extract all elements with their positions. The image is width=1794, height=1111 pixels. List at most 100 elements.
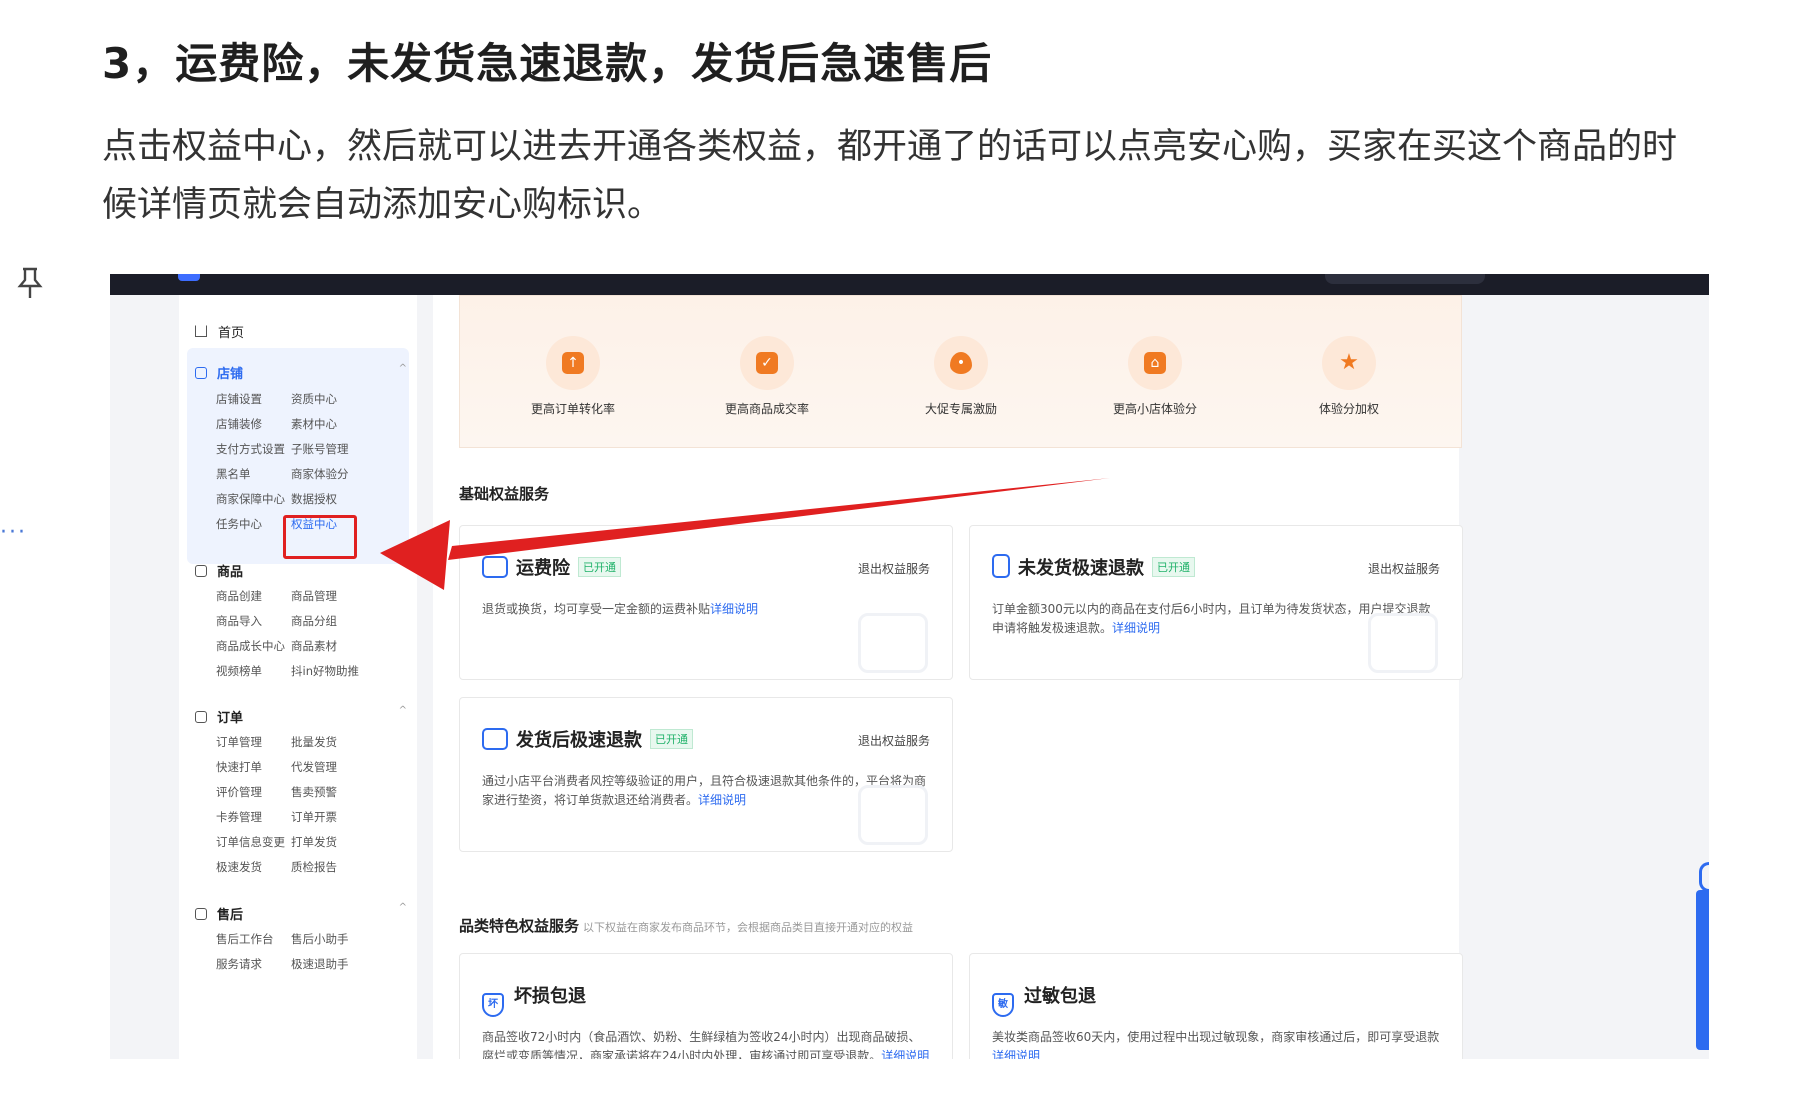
benefit-banner: ↑ 更高订单转化率 ✓ 更高商品成交率 • 大促专属激励 ⌂ 更高小店体验分 ★… bbox=[459, 295, 1462, 448]
sidebar-item[interactable]: 商品导入 bbox=[216, 613, 262, 629]
sidebar-item[interactable]: 资质中心 bbox=[291, 391, 337, 407]
shield-icon: 坏 bbox=[482, 993, 504, 1017]
highlight-box bbox=[283, 515, 357, 559]
watermark-icon bbox=[858, 613, 928, 673]
lightning-icon bbox=[992, 554, 1010, 578]
top-navigation-bar bbox=[110, 274, 1709, 295]
sidebar-item[interactable]: 任务中心 bbox=[216, 516, 262, 532]
sidebar-item[interactable]: 评价管理 bbox=[216, 784, 262, 800]
upload-icon: ↑ bbox=[562, 352, 584, 374]
home-icon bbox=[195, 325, 207, 337]
benefit-card-unshipped-refund[interactable]: 未发货极速退款 已开通 退出权益服务 订单金额300元以内的商品在支付后6小时内，… bbox=[969, 525, 1463, 680]
sidebar-item[interactable]: 极速发货 bbox=[216, 859, 262, 875]
chevron-up-icon[interactable]: ^ bbox=[399, 559, 407, 570]
scrollbar[interactable] bbox=[1696, 890, 1709, 1050]
watermark-icon bbox=[1368, 613, 1438, 673]
sidebar-item[interactable]: 子账号管理 bbox=[291, 441, 349, 457]
details-link[interactable]: 详细说明 bbox=[710, 602, 758, 616]
truck-icon bbox=[482, 556, 508, 578]
sidebar-item[interactable]: 售后工作台 bbox=[216, 931, 274, 947]
logo-icon bbox=[178, 274, 200, 281]
basic-section-title: 基础权益服务 bbox=[459, 485, 550, 503]
sidebar-item[interactable]: 极速退助手 bbox=[291, 956, 349, 972]
sidebar-item[interactable]: 质检报告 bbox=[291, 859, 337, 875]
benefit-item: ✓ 更高商品成交率 bbox=[682, 336, 852, 417]
benefit-card-freight-insurance[interactable]: 运费险 已开通 退出权益服务 退货或换货，均可享受一定金额的运费补贴详细说明 bbox=[459, 525, 953, 680]
sidebar-item[interactable]: 服务请求 bbox=[216, 956, 262, 972]
sidebar-item[interactable]: 数据授权 bbox=[291, 491, 337, 507]
chevron-up-icon[interactable]: ^ bbox=[399, 902, 407, 913]
search-input[interactable] bbox=[1325, 274, 1485, 284]
sidebar-item[interactable]: 快速打单 bbox=[216, 759, 262, 775]
sidebar-item[interactable]: 订单信息变更 bbox=[216, 834, 285, 850]
exit-service-button[interactable]: 退出权益服务 bbox=[1368, 560, 1440, 577]
status-badge: 已开通 bbox=[650, 729, 693, 749]
star-icon: ★ bbox=[1339, 350, 1359, 375]
sidebar-item[interactable]: 商家体验分 bbox=[291, 466, 349, 482]
sidebar-item-home[interactable]: 首页 bbox=[195, 322, 244, 341]
exit-service-button[interactable]: 退出权益服务 bbox=[858, 560, 930, 577]
details-link[interactable]: 详细说明 bbox=[1112, 621, 1160, 635]
benefit-card-shipped-refund[interactable]: 发货后极速退款 已开通 退出权益服务 通过小店平台消费者风控等级验证的用户，且符合… bbox=[459, 697, 953, 852]
fire-icon: • bbox=[950, 352, 972, 374]
article-paragraph: 点击权益中心，然后就可以进去开通各类权益，都开通了的话可以点亮安心购，买家在买这… bbox=[102, 127, 1678, 225]
scroll-handle[interactable] bbox=[1699, 862, 1709, 892]
box-icon bbox=[195, 908, 207, 920]
sidebar-item[interactable]: 售卖预警 bbox=[291, 784, 337, 800]
details-link[interactable]: 详细说明 bbox=[992, 1049, 1040, 1059]
more-icon[interactable]: ··· bbox=[0, 520, 27, 545]
article-heading: 3，运费险，未发货急速退款，发货后急速售后 bbox=[102, 39, 993, 88]
category-section-title: 品类特色权益服务 以下权益在商家发布商品环节，会根据商品类目直接开通对应的权益 bbox=[459, 917, 914, 935]
embedded-screenshot: 首页 店铺 ^ 店铺设置 资质中心 店铺装修 素材中心 支付方式设置 子账号管理… bbox=[110, 274, 1709, 1059]
sidebar-item[interactable]: 店铺装修 bbox=[216, 416, 262, 432]
sidebar-item[interactable]: 商品管理 bbox=[291, 588, 337, 604]
benefit-item: ⌂ 更高小店体验分 bbox=[1070, 336, 1240, 417]
status-badge: 已开通 bbox=[578, 557, 621, 577]
watermark-icon bbox=[858, 785, 928, 845]
sidebar-item[interactable]: 商品素材 bbox=[291, 638, 337, 654]
sidebar-item[interactable]: 店铺设置 bbox=[216, 391, 262, 407]
bag-icon bbox=[195, 565, 207, 577]
sidebar-item[interactable]: 商家保障中心 bbox=[216, 491, 285, 507]
benefit-card-damage-return[interactable]: 坏坏损包退 商品签收72小时内（食品酒饮、奶粉、生鲜绿植为签收24小时内）出现商… bbox=[459, 953, 953, 1059]
sidebar-item[interactable]: 黑名单 bbox=[216, 466, 251, 482]
status-badge: 已开通 bbox=[1152, 557, 1195, 577]
details-link[interactable]: 详细说明 bbox=[881, 1049, 929, 1059]
sidebar-section-orders[interactable]: 订单 bbox=[195, 707, 243, 726]
sidebar-item[interactable]: 商品创建 bbox=[216, 588, 262, 604]
benefit-item: ★ 体验分加权 bbox=[1264, 336, 1434, 417]
exit-service-button[interactable]: 退出权益服务 bbox=[858, 732, 930, 749]
shield-icon: 敏 bbox=[992, 993, 1014, 1017]
sidebar-item[interactable]: 订单开票 bbox=[291, 809, 337, 825]
sidebar-item[interactable]: 订单管理 bbox=[216, 734, 262, 750]
sidebar-item[interactable]: 批量发货 bbox=[291, 734, 337, 750]
pin-icon[interactable] bbox=[16, 266, 44, 300]
sidebar-item[interactable]: 商品分组 bbox=[291, 613, 337, 629]
sidebar-item[interactable]: 抖in好物助推 bbox=[291, 663, 359, 679]
sidebar-item[interactable]: 支付方式设置 bbox=[216, 441, 285, 457]
sidebar-item[interactable]: 视频榜单 bbox=[216, 663, 262, 679]
sidebar-section-store[interactable]: 店铺 bbox=[195, 363, 243, 382]
sidebar-item[interactable]: 素材中心 bbox=[291, 416, 337, 432]
details-link[interactable]: 详细说明 bbox=[698, 793, 746, 807]
chevron-up-icon[interactable]: ^ bbox=[399, 705, 407, 716]
bag-icon: ✓ bbox=[756, 352, 778, 374]
chevron-up-icon[interactable]: ^ bbox=[399, 363, 407, 374]
main-content: ↑ 更高订单转化率 ✓ 更高商品成交率 • 大促专属激励 ⌂ 更高小店体验分 ★… bbox=[433, 295, 1463, 1059]
sidebar: 首页 店铺 ^ 店铺设置 资质中心 店铺装修 素材中心 支付方式设置 子账号管理… bbox=[179, 295, 417, 1059]
store-icon bbox=[195, 367, 207, 379]
sidebar-item[interactable]: 商品成长中心 bbox=[216, 638, 285, 654]
clipboard-icon bbox=[195, 711, 207, 723]
truck-icon bbox=[482, 728, 508, 750]
sidebar-item[interactable]: 卡券管理 bbox=[216, 809, 262, 825]
house-icon: ⌂ bbox=[1144, 352, 1166, 374]
benefit-item: • 大促专属激励 bbox=[876, 336, 1046, 417]
benefit-item: ↑ 更高订单转化率 bbox=[488, 336, 658, 417]
category-section-note: 以下权益在商家发布商品环节，会根据商品类目直接开通对应的权益 bbox=[583, 921, 914, 934]
benefit-card-allergy-return[interactable]: 敏过敏包退 美妆类商品签收60天内，使用过程中出现过敏现象，商家审核通过后，即可… bbox=[969, 953, 1463, 1059]
sidebar-section-aftersale[interactable]: 售后 bbox=[195, 904, 243, 923]
sidebar-item[interactable]: 售后小助手 bbox=[291, 931, 349, 947]
sidebar-item[interactable]: 代发管理 bbox=[291, 759, 337, 775]
sidebar-section-goods[interactable]: 商品 bbox=[195, 561, 243, 580]
sidebar-item[interactable]: 打单发货 bbox=[291, 834, 337, 850]
